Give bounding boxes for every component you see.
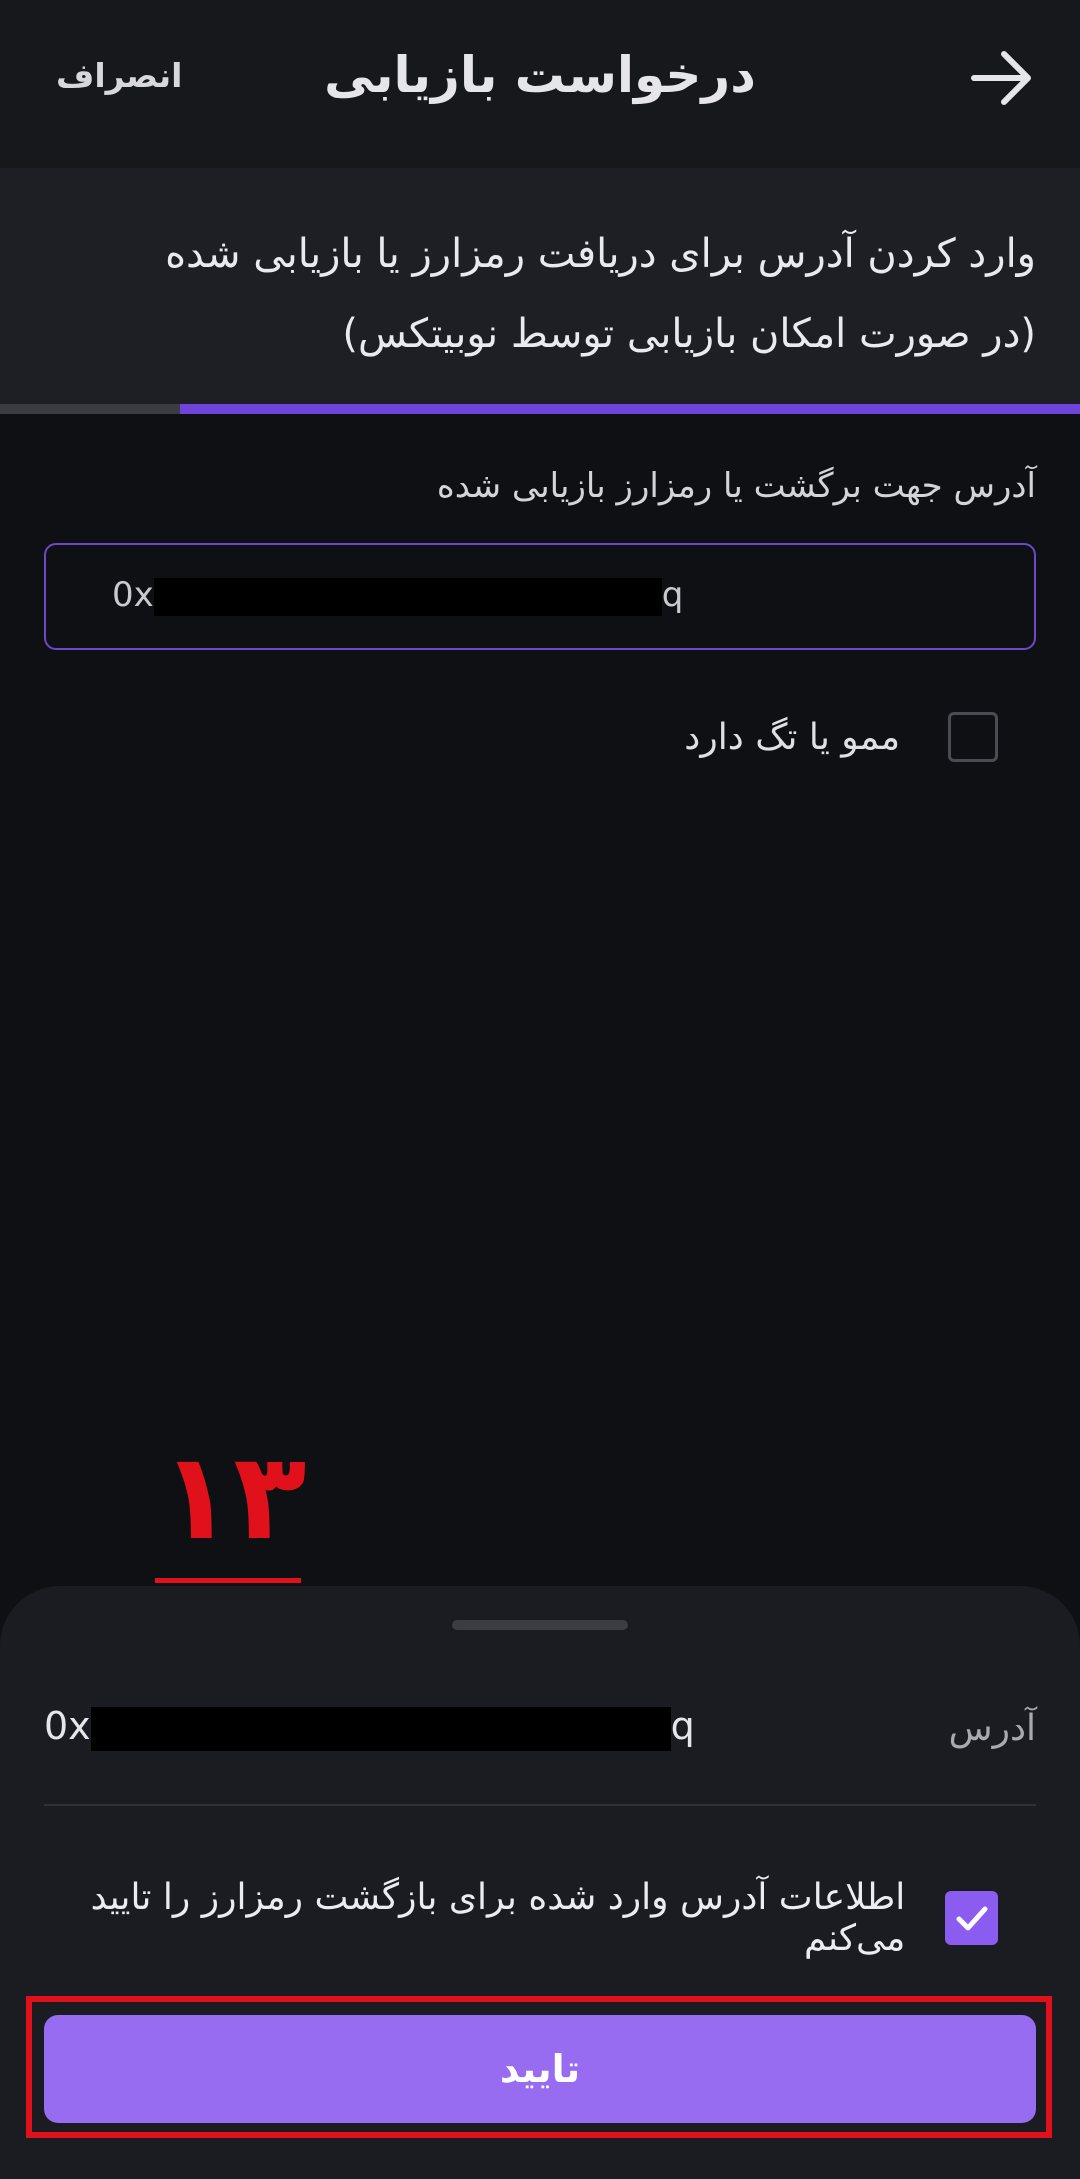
address-input-value: 0x q: [112, 575, 683, 616]
confirm-label: اطلاعات آدرس وارد شده برای بازگشت رمزارز…: [90, 1877, 906, 1959]
sheet-address-label: آدرس: [948, 1708, 1036, 1749]
step-description: وارد کردن آدرس برای دریافت رمزارز یا باز…: [165, 231, 1036, 357]
checkmark-icon: [956, 1906, 988, 1931]
sheet-handle[interactable]: [452, 1620, 628, 1630]
confirm-option[interactable]: اطلاعات آدرس وارد شده برای بازگشت رمزارز…: [0, 1877, 998, 1959]
address-input[interactable]: 0x q: [44, 543, 1036, 650]
memo-option[interactable]: ممو یا تگ دارد: [684, 712, 998, 762]
progress-fill: [180, 404, 1080, 414]
confirm-checkbox[interactable]: [945, 1891, 998, 1945]
divider: [44, 1804, 1036, 1806]
memo-checkbox[interactable]: [948, 712, 998, 762]
step-description-box: وارد کردن آدرس برای دریافت رمزارز یا باز…: [0, 168, 1080, 404]
memo-label: ممو یا تگ دارد: [684, 716, 900, 758]
redacted-block: [90, 1706, 671, 1751]
progress-bar: [0, 404, 1080, 414]
address-suffix: q: [661, 575, 684, 615]
sheet-address-prefix: 0x: [44, 1704, 91, 1748]
address-prefix: 0x: [112, 575, 154, 615]
sheet-address-value: 0x q: [44, 1704, 695, 1751]
cancel-button[interactable]: انصراف: [56, 56, 182, 95]
app-header: درخواست بازیابی انصراف: [0, 0, 1080, 168]
sheet-address-suffix: q: [670, 1704, 695, 1748]
address-field-label: آدرس جهت برگشت یا رمزارز بازیابی شده: [436, 466, 1036, 506]
submit-button[interactable]: تایید: [44, 2015, 1036, 2123]
annotation-number: ۱۳: [160, 1428, 307, 1567]
annotation-underline: [155, 1578, 301, 1583]
redacted-block: [153, 577, 662, 616]
